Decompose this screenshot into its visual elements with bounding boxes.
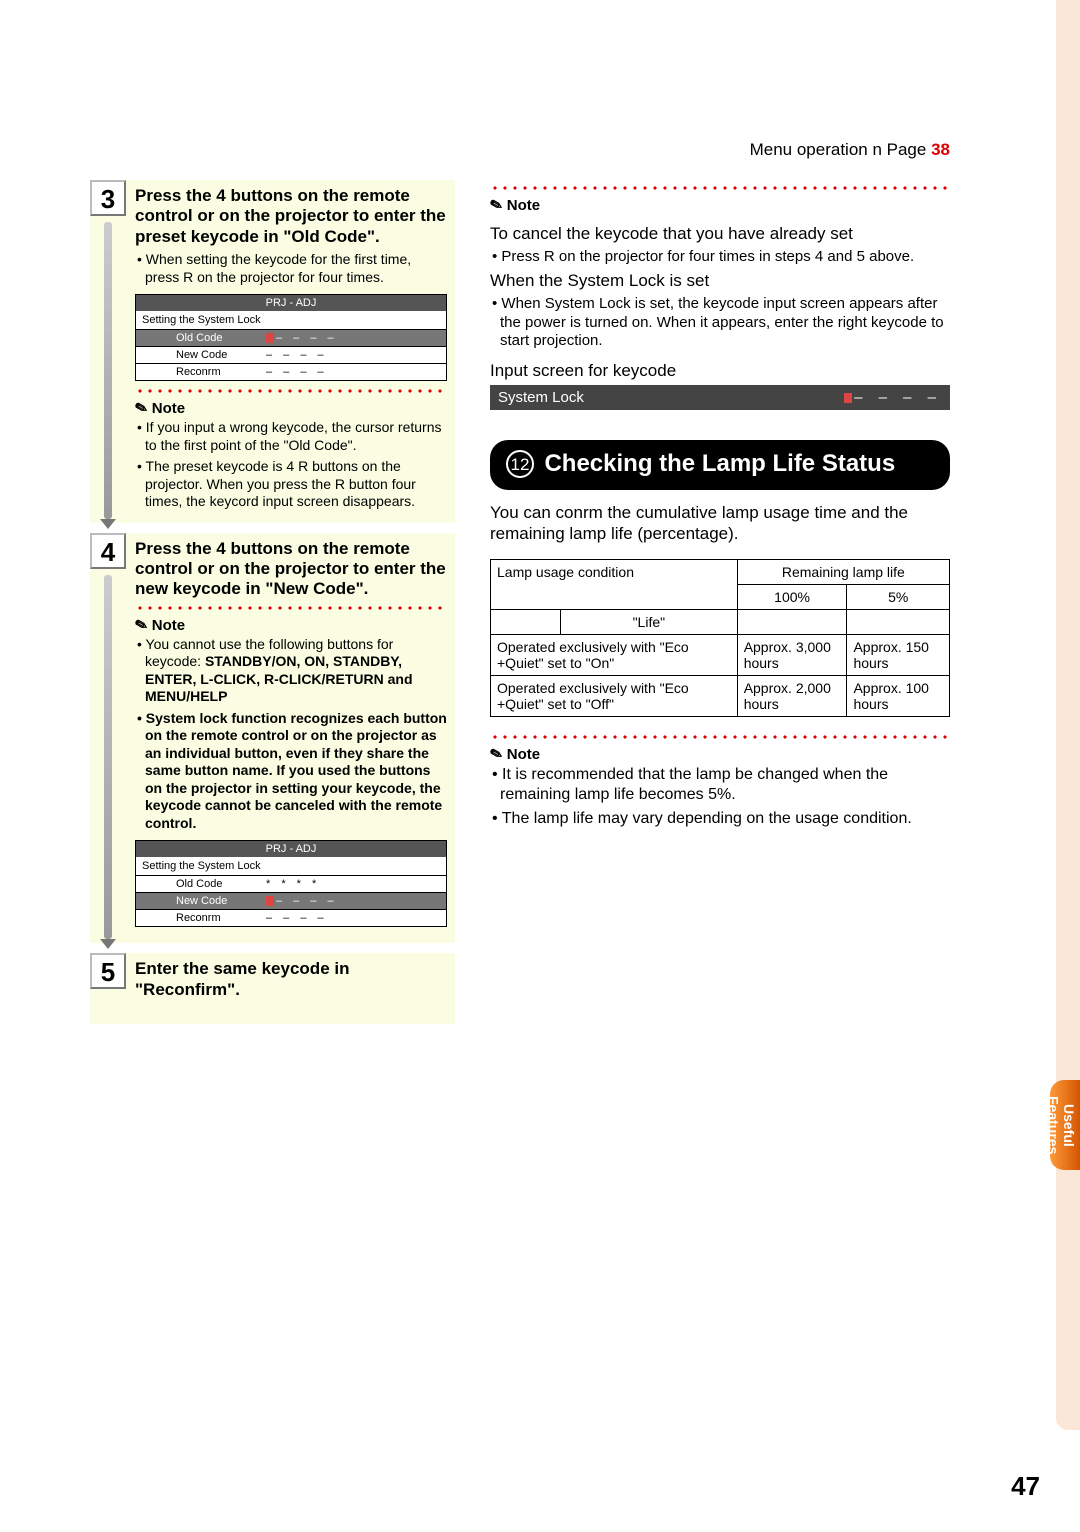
note-line: When System Lock is set, the keycode inp…	[490, 295, 950, 351]
note-item: It is recommended that the lamp be chang…	[490, 765, 950, 805]
step-sub: When setting the keycode for the first t…	[135, 251, 447, 286]
page-content: Menu operation n Page 38 3 Press the 4 b…	[90, 130, 950, 1430]
note-icon: ✎	[133, 398, 150, 419]
lamp-life-table: Lamp usage condition Remaining lamp life…	[490, 559, 950, 717]
note-heading: ✎ Note	[490, 196, 950, 214]
prj-val: – – – –	[266, 912, 446, 924]
step-5: 5 Enter the same keycode in "Reconfirm".	[90, 953, 455, 1024]
note-label: Note	[507, 197, 540, 214]
input-screen-label: Input screen for keycode	[490, 361, 950, 381]
note-line: Press R on the projector for four times …	[490, 248, 950, 267]
menu-operation-ref: Menu operation n Page 38	[750, 140, 950, 160]
step-title: Press the 4 buttons on the remote contro…	[135, 539, 447, 600]
table-cell: "Life"	[561, 609, 738, 634]
note-item: The preset keycode is 4 R buttons on the…	[135, 458, 447, 511]
note-label: Note	[152, 400, 185, 417]
prj-adj-box-2: PRJ - ADJ Setting the System Lock Old Co…	[135, 840, 447, 927]
step-title: Enter the same keycode in "Reconfirm".	[135, 959, 447, 1000]
system-lock-dashes: – – – –	[844, 389, 942, 406]
note-icon: ✎	[488, 195, 505, 216]
table-cell: Operated exclusively with "Eco +Quiet" s…	[491, 634, 738, 675]
side-tab-useful-features: Useful Features	[1050, 1080, 1080, 1170]
left-column: 3 Press the 4 buttons on the remote cont…	[90, 180, 455, 1034]
menu-operation-page: 38	[931, 140, 950, 159]
prj-label: New Code	[136, 895, 266, 907]
prj-label: Old Code	[136, 332, 266, 344]
table-cell: Approx. 3,000 hours	[737, 634, 847, 675]
note-item: System lock function recognizes each but…	[135, 710, 447, 833]
note-item: You cannot use the following buttons for…	[135, 636, 447, 706]
step-3: 3 Press the 4 buttons on the remote cont…	[90, 180, 455, 523]
section-checking-lamp: 12 Checking the Lamp Life Status	[490, 440, 950, 490]
note-heading: ✎ Note	[135, 399, 447, 417]
dotted-separator	[135, 389, 447, 393]
note-label: Note	[507, 746, 540, 763]
dotted-separator	[135, 606, 447, 610]
right-column: ✎ Note To cancel the keycode that you ha…	[490, 180, 950, 833]
table-cell: Operated exclusively with "Eco +Quiet" s…	[491, 675, 738, 716]
table-header: Remaining lamp life	[737, 559, 949, 584]
step-4: 4 Press the 4 buttons on the remote cont…	[90, 533, 455, 944]
prj-val: – – – –	[266, 366, 446, 378]
prj-adj-box-1: PRJ - ADJ Setting the System Lock Old Co…	[135, 294, 447, 381]
prj-label: Reconrm	[136, 366, 266, 378]
section-body: You can conrm the cumulative lamp usage …	[490, 502, 950, 545]
prj-row-newcode: New Code – – – –	[136, 893, 446, 910]
note-label: Note	[152, 617, 185, 634]
note-icon: ✎	[133, 615, 150, 636]
prj-label: Old Code	[136, 878, 266, 890]
prj-row-oldcode: Old Code – – – –	[136, 330, 446, 347]
prj-val: – – – –	[266, 332, 446, 344]
prj-row-newcode: New Code – – – –	[136, 347, 446, 364]
note-item: If you input a wrong keycode, the cursor…	[135, 419, 447, 454]
prj-head: PRJ - ADJ	[136, 295, 446, 311]
system-lock-bar: System Lock – – – –	[490, 385, 950, 410]
step-bar	[104, 575, 112, 940]
system-lock-text: System Lock	[498, 389, 584, 406]
table-header: Lamp usage condition	[491, 559, 738, 609]
table-cell: Approx. 150 hours	[847, 634, 950, 675]
prj-row-oldcode: Old Code * * * *	[136, 876, 446, 893]
prj-val: * * * *	[266, 878, 446, 890]
step-title: Press the 4 buttons on the remote contro…	[135, 186, 447, 247]
prj-row-reconfirm: Reconrm – – – –	[136, 364, 446, 380]
section-title: Checking the Lamp Life Status	[544, 450, 895, 477]
note-heading: ✎ Note	[135, 616, 447, 634]
prj-head2: Setting the System Lock	[136, 857, 446, 876]
side-background	[1056, 0, 1080, 1430]
step-number: 4	[90, 533, 126, 569]
prj-val: – – – –	[266, 349, 446, 361]
note-icon: ✎	[488, 743, 505, 764]
dotted-separator	[490, 186, 950, 190]
prj-label: New Code	[136, 349, 266, 361]
table-cell: 5%	[847, 584, 950, 609]
section-number: 12	[506, 450, 534, 478]
step-number: 5	[90, 953, 126, 989]
note-line: When the System Lock is set	[490, 271, 950, 291]
prj-head: PRJ - ADJ	[136, 841, 446, 857]
table-cell: 100%	[737, 584, 847, 609]
prj-row-reconfirm: Reconrm – – – –	[136, 910, 446, 926]
table-cell: Approx. 2,000 hours	[737, 675, 847, 716]
step-number: 3	[90, 180, 126, 216]
menu-operation-text: Menu operation n Page	[750, 140, 927, 159]
prj-val: – – – –	[266, 895, 446, 907]
prj-label: Reconrm	[136, 912, 266, 924]
prj-head2: Setting the System Lock	[136, 311, 446, 330]
table-cell: Approx. 100 hours	[847, 675, 950, 716]
note-heading: ✎ Note	[490, 745, 950, 763]
note-item: The lamp life may vary depending on the …	[490, 809, 950, 829]
step-bar	[104, 222, 112, 519]
dotted-separator	[490, 735, 950, 739]
note-line: To cancel the keycode that you have alre…	[490, 224, 950, 244]
right-note-block: To cancel the keycode that you have alre…	[490, 224, 950, 351]
page-number: 47	[1011, 1471, 1040, 1502]
